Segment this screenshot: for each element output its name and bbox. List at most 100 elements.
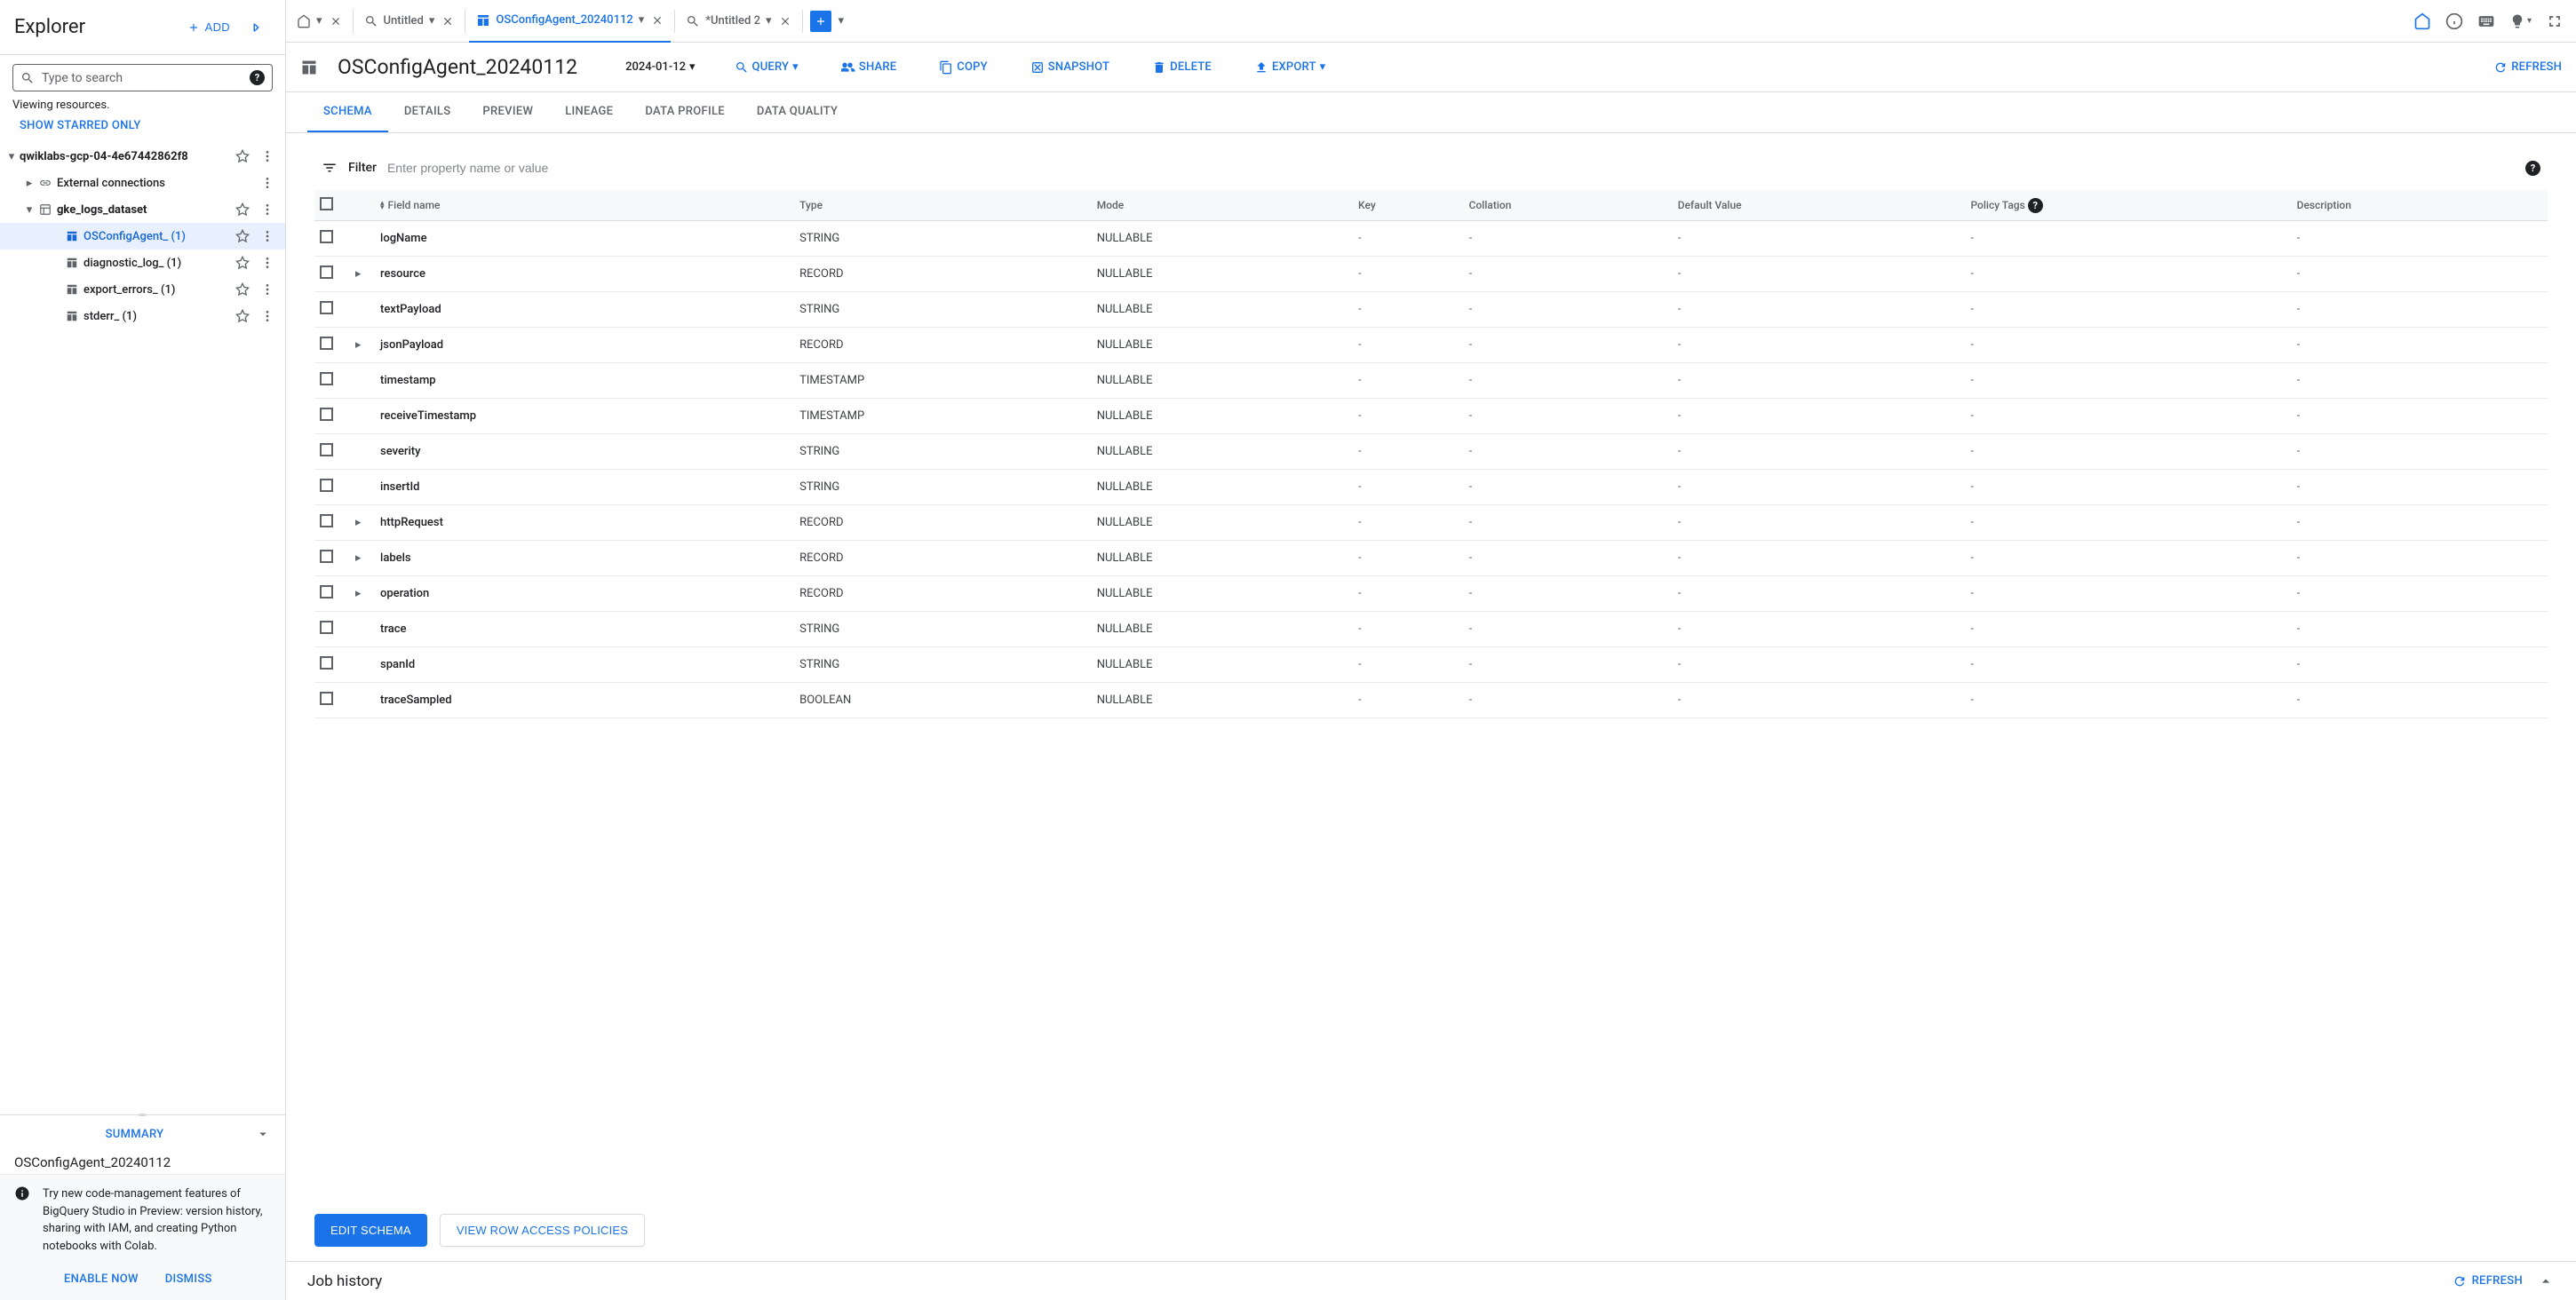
checkbox[interactable] [320, 408, 333, 421]
tree-table-row[interactable]: export_errors_ (1) [0, 276, 285, 303]
refresh-button[interactable]: REFRESH [2493, 60, 2562, 75]
subtab-data-profile[interactable]: DATA PROFILE [629, 92, 741, 132]
checkbox-all[interactable] [320, 197, 333, 210]
chevron-down-icon[interactable]: ▾ [766, 14, 772, 28]
tree-table-row[interactable]: diagnostic_log_ (1) [0, 250, 285, 276]
close-icon[interactable] [441, 15, 454, 28]
star-icon[interactable] [232, 229, 253, 243]
checkbox[interactable] [320, 656, 333, 670]
checkbox[interactable] [320, 230, 333, 243]
column-header[interactable]: Policy Tags ? [1965, 190, 2291, 221]
summary-toggle[interactable]: SUMMARY [0, 1115, 285, 1153]
checkbox[interactable] [320, 621, 333, 634]
column-header[interactable]: ▴▾Field name [375, 190, 794, 221]
enable-now-button[interactable]: ENABLE NOW [64, 1272, 139, 1286]
help-icon[interactable]: ? [250, 70, 265, 85]
schema-row[interactable]: ▸ httpRequest RECORD NULLABLE ----- [314, 505, 2548, 541]
hide-panel-button[interactable] [244, 14, 271, 41]
checkbox[interactable] [320, 301, 333, 314]
checkbox[interactable] [320, 692, 333, 705]
star-icon[interactable] [232, 149, 253, 163]
more-vert-icon[interactable] [257, 229, 278, 243]
column-header[interactable]: Key [1353, 190, 1464, 221]
schema-row[interactable]: trace STRING NULLABLE ----- [314, 612, 2548, 647]
add-button[interactable]: ADD [180, 15, 237, 39]
chevron-right-icon[interactable]: ▸ [355, 338, 362, 352]
export-button[interactable]: EXPORT ▾ [1254, 60, 1325, 75]
chevron-right-icon[interactable]: ▸ [21, 177, 37, 190]
query-button[interactable]: QUERY ▾ [735, 60, 799, 75]
schema-row[interactable]: ▸ operation RECORD NULLABLE ----- [314, 576, 2548, 612]
subtab-schema[interactable]: SCHEMA [307, 92, 388, 132]
more-vert-icon[interactable] [257, 149, 278, 163]
search-input[interactable] [42, 71, 242, 85]
tab-item[interactable]: ▾ [290, 0, 349, 43]
star-icon[interactable] [232, 282, 253, 297]
tree-table-row[interactable]: stderr_ (1) [0, 303, 285, 329]
chevron-right-icon[interactable]: ▸ [355, 551, 362, 565]
schema-row[interactable]: logName STRING NULLABLE ----- [314, 221, 2548, 257]
schema-row[interactable]: ▸ labels RECORD NULLABLE ----- [314, 541, 2548, 576]
home-icon[interactable] [2413, 12, 2431, 30]
more-vert-icon[interactable] [257, 256, 278, 270]
add-tab-button[interactable] [810, 11, 831, 32]
checkbox[interactable] [320, 514, 333, 527]
dismiss-button[interactable]: DISMISS [165, 1272, 212, 1286]
help-icon[interactable]: ? [2525, 161, 2540, 176]
more-vert-icon[interactable] [257, 282, 278, 297]
chevron-right-icon[interactable]: ▸ [355, 267, 362, 281]
tab-item[interactable]: *Untitled 2▾ [679, 0, 798, 43]
chevron-up-icon[interactable] [2537, 1272, 2555, 1290]
lightbulb-icon[interactable]: ▾ [2509, 13, 2532, 29]
column-header[interactable]: Mode [1092, 190, 1353, 221]
star-icon[interactable] [232, 202, 253, 217]
snapshot-button[interactable]: SNAPSHOT [1030, 60, 1109, 75]
column-header[interactable]: Type [794, 190, 1092, 221]
more-vert-icon[interactable] [257, 176, 278, 190]
share-button[interactable]: SHARE [841, 60, 896, 75]
subtab-lineage[interactable]: LINEAGE [549, 92, 629, 132]
column-header[interactable]: Collation [1464, 190, 1673, 221]
subtab-preview[interactable]: PREVIEW [466, 92, 549, 132]
schema-row[interactable]: traceSampled BOOLEAN NULLABLE ----- [314, 683, 2548, 718]
tree-external-row[interactable]: ▸ External connections [0, 170, 285, 196]
tree-project-row[interactable]: ▾ qwiklabs-gcp-04-4e67442862f8 [0, 143, 285, 170]
job-history-bar[interactable]: Job history REFRESH [286, 1261, 2576, 1300]
fullscreen-icon[interactable] [2546, 12, 2564, 30]
copy-button[interactable]: COPY [939, 60, 987, 75]
schema-row[interactable]: spanId STRING NULLABLE ----- [314, 647, 2548, 683]
subtab-data-quality[interactable]: DATA QUALITY [741, 92, 854, 132]
checkbox[interactable] [320, 266, 333, 279]
star-icon[interactable] [232, 309, 253, 323]
checkbox[interactable] [320, 585, 333, 598]
chevron-right-icon[interactable]: ▸ [355, 587, 362, 600]
help-icon[interactable]: ? [2028, 198, 2043, 213]
keyboard-icon[interactable] [2477, 12, 2495, 30]
close-icon[interactable] [651, 14, 664, 27]
checkbox[interactable] [320, 550, 333, 563]
schema-row[interactable]: receiveTimestamp TIMESTAMP NULLABLE ----… [314, 399, 2548, 434]
chevron-down-icon[interactable]: ▾ [4, 150, 20, 163]
chevron-down-icon[interactable]: ▾ [639, 13, 645, 27]
chevron-right-icon[interactable]: ▸ [355, 516, 362, 529]
view-row-policies-button[interactable]: VIEW ROW ACCESS POLICIES [440, 1214, 645, 1247]
tab-item[interactable]: OSConfigAgent_20240112▾ [469, 0, 671, 43]
info-outline-icon[interactable] [2445, 12, 2463, 30]
delete-button[interactable]: DELETE [1152, 60, 1212, 75]
tab-item[interactable]: Untitled▾ [357, 0, 462, 43]
close-icon[interactable] [330, 15, 342, 28]
schema-row[interactable]: insertId STRING NULLABLE ----- [314, 470, 2548, 505]
checkbox[interactable] [320, 443, 333, 456]
show-starred-button[interactable]: SHOW STARRED ONLY [0, 115, 285, 143]
schema-row[interactable]: ▸ jsonPayload RECORD NULLABLE ----- [314, 328, 2548, 363]
schema-row[interactable]: severity STRING NULLABLE ----- [314, 434, 2548, 470]
subtab-details[interactable]: DETAILS [388, 92, 467, 132]
column-header[interactable]: Description [2292, 190, 2548, 221]
tree-dataset-row[interactable]: ▾ gke_logs_dataset [0, 196, 285, 223]
partition-selector[interactable]: 2024-01-12 ▾ [625, 60, 695, 74]
schema-row[interactable]: textPayload STRING NULLABLE ----- [314, 292, 2548, 328]
star-icon[interactable] [232, 256, 253, 270]
chevron-down-icon[interactable]: ▾ [316, 14, 322, 28]
close-icon[interactable] [779, 15, 791, 28]
checkbox[interactable] [320, 372, 333, 385]
